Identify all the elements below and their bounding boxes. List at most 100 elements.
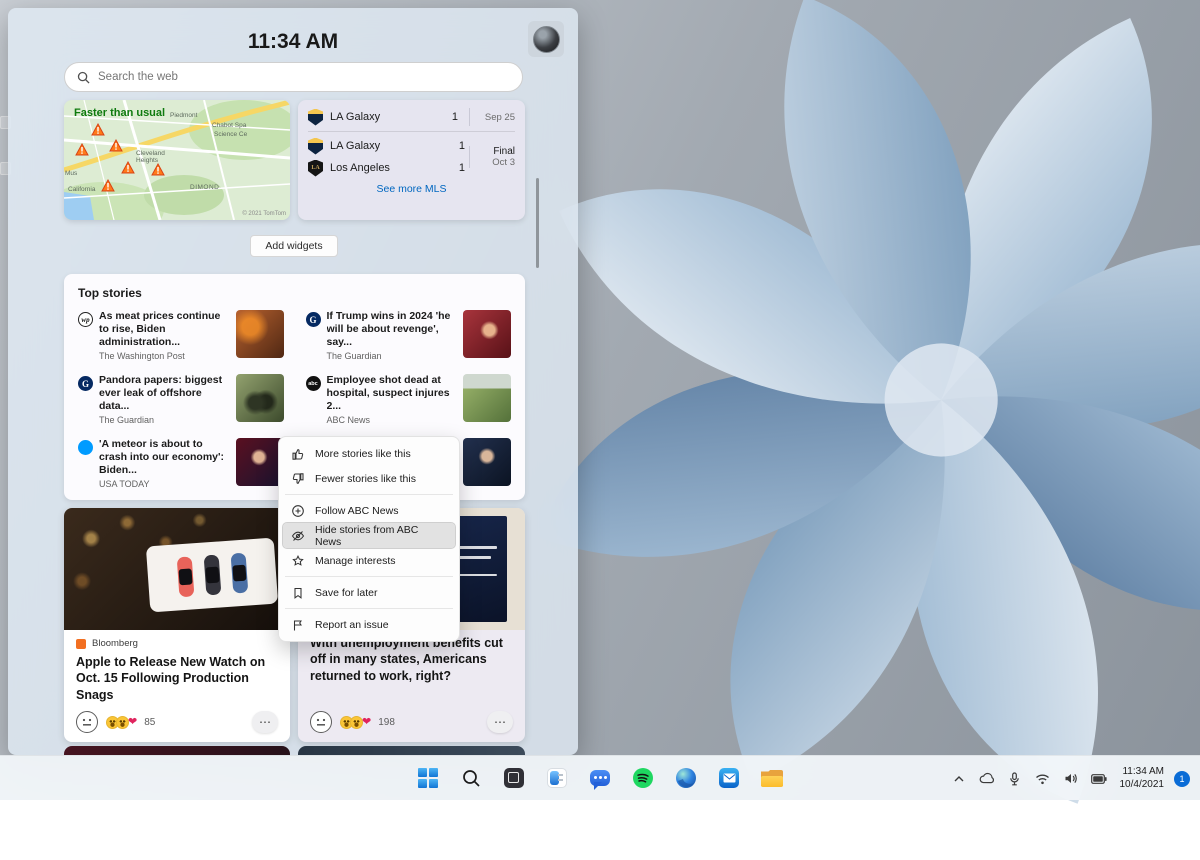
taskbar-mail-button[interactable]	[712, 761, 746, 795]
mail-icon	[719, 768, 739, 788]
divider	[308, 131, 515, 132]
avatar	[533, 26, 560, 53]
tray-battery-icon[interactable]	[1088, 766, 1110, 792]
tray-microphone-icon[interactable]	[1004, 766, 1026, 792]
team-score: 1	[451, 140, 465, 152]
menu-divider	[285, 494, 453, 495]
taskbar: 11:34 AM 10/4/2021 1	[0, 755, 1200, 800]
story-thumbnail	[236, 438, 284, 486]
account-button[interactable]	[528, 21, 564, 57]
traffic-status-text: Faster than usual	[74, 107, 165, 119]
thumbs-down-icon	[291, 472, 305, 486]
taskbar-start-button[interactable]	[411, 761, 445, 795]
bookmark-icon	[291, 586, 305, 600]
apple-watch-photo	[146, 538, 278, 613]
menu-item-fewer-stories[interactable]: Fewer stories like this	[283, 466, 455, 491]
story-source: USA TODAY	[99, 479, 230, 489]
story-item[interactable]: 'A meteor is about to crash into our eco…	[78, 438, 284, 492]
top-stories-title: Top stories	[78, 286, 511, 300]
game-date: Oct 3	[476, 157, 515, 168]
map-label: Piedmont	[170, 112, 197, 119]
menu-item-hide-stories-abc-news[interactable]: Hide stories from ABC News	[283, 523, 455, 548]
taskbar-edge-button[interactable]	[669, 761, 703, 795]
card-source: Bloomberg	[92, 638, 138, 649]
taskbar-file-explorer-button[interactable]	[755, 761, 789, 795]
add-reaction-button[interactable]	[76, 711, 98, 733]
news-card-image	[64, 508, 290, 630]
story-title: Employee shot dead at hospital, suspect …	[327, 374, 458, 413]
taskbar-widgets-button[interactable]	[540, 761, 574, 795]
menu-divider	[285, 608, 453, 609]
tray-time: 11:34 AM	[1120, 766, 1165, 779]
story-item[interactable]: wp As meat prices continue to rise, Bide…	[78, 310, 284, 364]
next-card-partial	[298, 746, 525, 755]
taskbar-task-view-button[interactable]	[497, 761, 531, 795]
story-source: The Washington Post	[99, 351, 230, 361]
tray-wifi-icon[interactable]	[1032, 766, 1054, 792]
tray-chevron-up-icon[interactable]	[948, 766, 970, 792]
notification-count-badge[interactable]: 1	[1174, 771, 1190, 787]
menu-item-manage-interests[interactable]: Manage interests	[283, 548, 455, 573]
widgets-panel: 11:34 AM	[8, 8, 578, 755]
search-icon	[461, 768, 481, 788]
sports-widget[interactable]: LA Galaxy 1 Sep 25 LA Galaxy 1 LA Los An…	[298, 100, 525, 220]
map-label: DIMOND	[190, 184, 219, 191]
menu-item-follow-abc-news[interactable]: Follow ABC News	[283, 498, 455, 523]
card-title: Apple to Release New Watch on Oct. 15 Fo…	[64, 649, 290, 703]
story-thumbnail	[463, 374, 511, 422]
story-item[interactable]: G Pandora papers: biggest ever leak of o…	[78, 374, 284, 428]
chat-bubble-icon	[590, 770, 610, 786]
news-card-bloomberg[interactable]: Bloomberg Apple to Release New Watch on …	[64, 508, 290, 742]
task-view-icon	[504, 768, 524, 788]
story-title: As meat prices continue to rise, Biden a…	[99, 310, 230, 349]
widgets-icon	[547, 768, 567, 788]
tray-clock[interactable]: 11:34 AM 10/4/2021	[1116, 764, 1169, 793]
traffic-widget[interactable]: Faster than usual Piedmont Chabot Spa Sc…	[64, 100, 290, 220]
panel-clock: 11:34 AM	[8, 30, 578, 54]
tray-date: 10/4/2021	[1120, 779, 1165, 792]
menu-item-save-for-later[interactable]: Save for later	[283, 580, 455, 605]
card-more-button[interactable]: ⋯	[252, 711, 278, 733]
story-thumbnail	[236, 374, 284, 422]
story-item[interactable]: abc Employee shot dead at hospital, susp…	[306, 374, 512, 428]
taskbar-spotify-button[interactable]	[626, 761, 660, 795]
story-source: The Guardian	[327, 351, 458, 361]
sports-game1-row[interactable]: LA Galaxy 1 Sep 25	[308, 106, 515, 128]
add-widgets-button[interactable]: Add widgets	[250, 235, 338, 257]
add-reaction-button[interactable]	[310, 711, 332, 733]
map-label: Science Ce	[214, 131, 247, 138]
sports-game2-block[interactable]: LA Galaxy 1 LA Los Angeles 1 Final Oct 3	[308, 135, 515, 179]
tray-onedrive-cloud-icon[interactable]	[976, 766, 998, 792]
team-score: 1	[444, 111, 458, 123]
map-label: Chabot Spa	[212, 122, 246, 129]
search-input[interactable]	[98, 71, 510, 83]
taskbar-search-button[interactable]	[454, 761, 488, 795]
story-title: Pandora papers: biggest ever leak of off…	[99, 374, 230, 413]
card-more-button[interactable]: ⋯	[487, 711, 513, 733]
taskbar-chat-button[interactable]	[583, 761, 617, 795]
see-more-mls-link[interactable]: See more MLS	[308, 183, 515, 195]
guardian-icon: G	[306, 312, 321, 327]
lafc-logo-icon: LA	[308, 160, 323, 177]
menu-item-more-stories[interactable]: More stories like this	[283, 441, 455, 466]
story-item[interactable]: G If Trump wins in 2024 'he will be abou…	[306, 310, 512, 364]
search-icon	[77, 71, 90, 84]
menu-item-label: Manage interests	[315, 555, 396, 567]
la-galaxy-logo-icon	[308, 109, 323, 126]
menu-item-report-an-issue[interactable]: Report an issue	[283, 612, 455, 637]
reaction-count: 198	[378, 717, 395, 728]
abc-news-icon: abc	[306, 376, 321, 391]
folder-icon	[761, 770, 783, 787]
panel-scrollbar[interactable]	[536, 178, 539, 268]
flag-icon	[291, 618, 305, 632]
bloom-wallpaper-graphic	[540, 0, 1200, 860]
washington-post-icon: wp	[78, 312, 93, 327]
team-name: LA Galaxy	[330, 140, 444, 152]
tray-volume-icon[interactable]	[1060, 766, 1082, 792]
web-search-bar[interactable]	[64, 62, 523, 92]
hide-eye-icon	[291, 529, 305, 543]
menu-item-label: Report an issue	[315, 619, 389, 631]
heart-icon: ❤	[128, 717, 137, 728]
heart-icon: ❤	[362, 717, 371, 728]
thumbs-up-icon	[291, 447, 305, 461]
